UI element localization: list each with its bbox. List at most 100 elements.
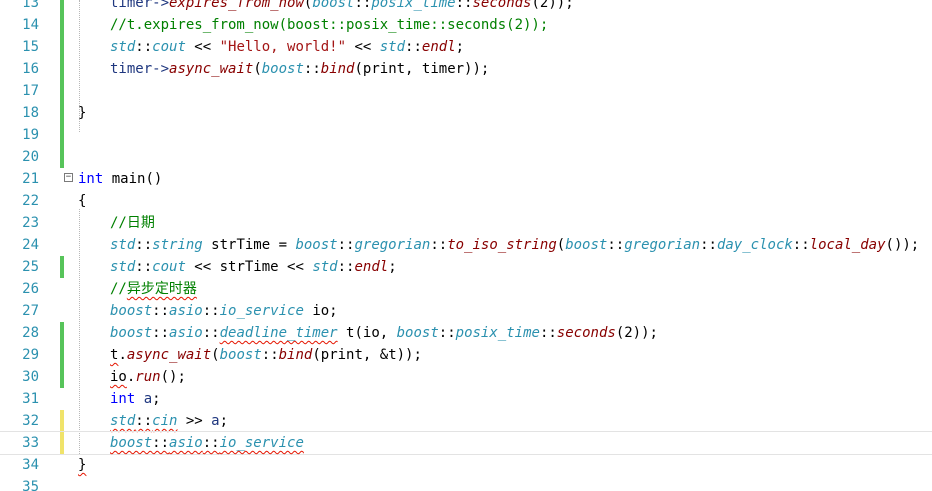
code-line[interactable]: 14 //t.expires_from_now(boost::posix_time…: [0, 14, 932, 36]
code-token: string: [152, 237, 203, 253]
code-line[interactable]: 15 std::cout << "Hello, world!" << std::e…: [0, 36, 932, 58]
code-line[interactable]: 20: [0, 146, 932, 168]
code-line[interactable]: 31 int a;: [0, 388, 932, 410]
code-token: a: [143, 391, 153, 407]
code-line[interactable]: 29 t.async_wait(boost::bind(print, &t));: [0, 344, 932, 366]
code-text[interactable]: std::cin >> a;: [78, 410, 228, 432]
code-token: (2));: [615, 325, 658, 341]
line-number: 21: [22, 171, 39, 187]
code-token: << strTime <<: [185, 259, 313, 275]
code-text[interactable]: io.run();: [78, 366, 186, 388]
code-token: ::: [700, 237, 717, 253]
code-token: io: [110, 369, 127, 385]
code-token: ::: [405, 39, 422, 55]
code-token: ();: [160, 369, 186, 385]
code-token: bind: [278, 347, 313, 363]
code-token: posix_time: [371, 0, 456, 11]
change-marker-saved: [60, 36, 64, 58]
line-number: 16: [22, 61, 39, 77]
code-text[interactable]: timer->expires_from_now(boost::posix_tim…: [78, 0, 574, 14]
code-text[interactable]: std::cout << strTime << std::endl;: [78, 256, 397, 278]
code-line[interactable]: 13 timer->expires_from_now(boost::posix_t…: [0, 0, 932, 14]
code-token: ;: [219, 413, 229, 429]
code-line[interactable]: 35: [0, 476, 932, 491]
code-text[interactable]: int main(): [78, 168, 162, 190]
code-line[interactable]: 23 //日期: [0, 212, 932, 234]
code-line[interactable]: 34}: [0, 454, 932, 476]
code-token: endl: [354, 259, 389, 275]
change-marker-saved: [60, 58, 64, 80]
code-line[interactable]: 33 boost::asio::io_service: [0, 431, 932, 455]
code-token: gregorian: [354, 237, 431, 253]
code-line[interactable]: 16 timer->async_wait(boost::bind(print, t…: [0, 58, 932, 80]
code-token: ;: [455, 39, 465, 55]
code-line[interactable]: 30 io.run();: [0, 366, 932, 388]
code-token: io_service: [219, 435, 304, 451]
code-token: ::: [152, 435, 170, 451]
code-token: ::: [303, 61, 321, 77]
code-line[interactable]: 25 std::cout << strTime << std::endl;: [0, 256, 932, 278]
code-line[interactable]: 24 std::string strTime = boost::gregorian…: [0, 234, 932, 256]
code-token: ::: [152, 303, 170, 319]
code-token: seconds: [556, 325, 616, 341]
code-text[interactable]: std::string strTime = boost::gregorian::…: [78, 234, 919, 256]
code-token: >>: [177, 413, 212, 429]
code-text[interactable]: int a;: [78, 388, 161, 410]
code-token: (print, &t));: [312, 347, 422, 363]
code-text[interactable]: boost::asio::deadline_timer t(io, boost:…: [78, 322, 658, 344]
code-editor[interactable]: 13 timer->expires_from_now(boost::posix_t…: [0, 0, 932, 491]
line-number: 14: [22, 17, 39, 33]
code-text[interactable]: //异步定时器: [78, 278, 197, 300]
code-text[interactable]: //日期: [78, 212, 155, 234]
collapse-icon[interactable]: −: [64, 173, 73, 182]
code-token: ::: [152, 325, 170, 341]
line-number: 34: [22, 457, 39, 473]
line-number: 20: [22, 149, 39, 165]
code-text[interactable]: timer->async_wait(boost::bind(print, tim…: [78, 58, 489, 80]
code-token: asio: [169, 303, 203, 319]
code-text[interactable]: {: [78, 190, 86, 212]
code-line[interactable]: 17: [0, 80, 932, 102]
code-token: boost: [312, 0, 355, 11]
code-text[interactable]: //t.expires_from_now(boost::posix_time::…: [78, 14, 548, 36]
code-token: cout: [152, 259, 186, 275]
code-token: int: [78, 171, 104, 187]
code-line[interactable]: 21 − int main(): [0, 168, 932, 190]
code-token: }: [78, 105, 87, 121]
code-text[interactable]: boost::asio::io_service io;: [78, 300, 338, 322]
code-token: ::: [261, 347, 279, 363]
code-text[interactable]: t.async_wait(boost::bind(print, &t));: [78, 344, 422, 366]
code-line[interactable]: 18}: [0, 102, 932, 124]
code-token: ::: [354, 0, 372, 11]
code-text[interactable]: std::cout << "Hello, world!" << std::end…: [78, 36, 464, 58]
code-line[interactable]: 27 boost::asio::io_service io;: [0, 300, 932, 322]
code-text[interactable]: }: [78, 102, 86, 124]
code-token: boost: [261, 61, 304, 77]
line-number: 31: [22, 391, 39, 407]
code-token: async_wait: [126, 347, 212, 363]
code-text[interactable]: boost::asio::io_service: [78, 432, 304, 454]
change-marker-saved: [60, 102, 64, 124]
line-number: 17: [22, 83, 39, 99]
change-marker-saved: [60, 366, 64, 388]
code-token: strTime =: [202, 237, 296, 253]
code-token: ::: [455, 0, 473, 11]
code-token: ::: [135, 413, 153, 429]
code-line[interactable]: 28 boost::asio::deadline_timer t(io, boos…: [0, 322, 932, 344]
code-token: timer->: [110, 61, 170, 77]
code-line[interactable]: 22 {: [0, 190, 932, 212]
code-line[interactable]: 19: [0, 124, 932, 146]
code-token: std: [379, 39, 406, 55]
code-text[interactable]: }: [78, 454, 86, 476]
code-token: std: [110, 39, 136, 55]
code-token: local_day: [809, 237, 886, 253]
code-token: cout: [152, 39, 186, 55]
code-token: ::: [337, 237, 355, 253]
code-token: ::: [337, 259, 355, 275]
code-token: io_service: [219, 303, 304, 319]
line-number: 30: [22, 369, 39, 385]
change-marker-unsaved: [60, 410, 64, 432]
code-line[interactable]: 26 //异步定时器: [0, 278, 932, 300]
change-marker-saved: [60, 322, 64, 344]
code-line[interactable]: 32 std::cin >> a;: [0, 410, 932, 432]
